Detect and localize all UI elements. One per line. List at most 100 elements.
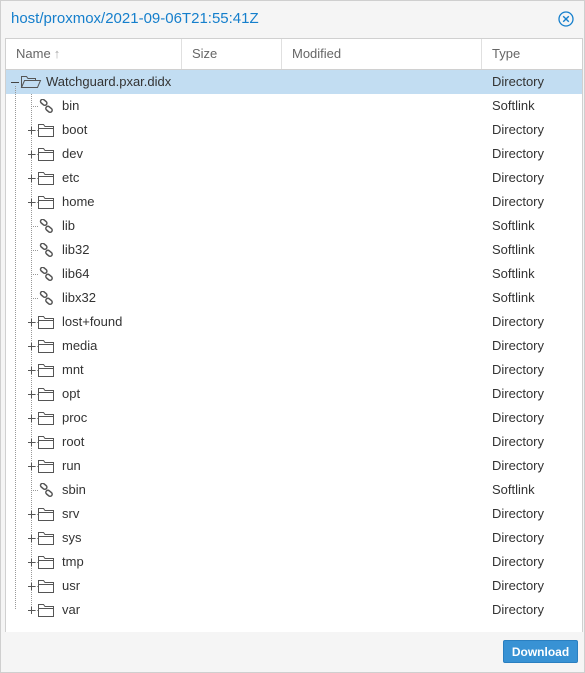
tree-row-name: lib32	[62, 242, 90, 257]
tree-row-type: Directory	[492, 314, 545, 329]
tree-row-type: Directory	[492, 602, 545, 617]
expand-toggle[interactable]	[26, 604, 37, 616]
expand-toggle[interactable]	[26, 508, 37, 520]
tree-row-name: root	[62, 434, 85, 449]
download-button[interactable]: Download	[503, 640, 578, 663]
expand-toggle[interactable]	[26, 340, 37, 352]
window-footer: Download	[1, 632, 584, 672]
expand-toggle[interactable]	[26, 580, 37, 592]
expand-toggle[interactable]	[26, 196, 37, 208]
tree-row-root[interactable]: Watchguard.pxar.didx Directory	[6, 70, 582, 94]
expand-toggle[interactable]	[26, 124, 37, 136]
expand-toggle[interactable]	[26, 556, 37, 568]
tree-row-name: tmp	[62, 554, 84, 569]
tree-row-name: srv	[62, 506, 80, 521]
tree-row-name: sbin	[62, 482, 86, 497]
tree-row-name: usr	[62, 578, 81, 593]
folder-icon	[38, 580, 54, 593]
tree-row[interactable]: tmp Directory	[6, 550, 582, 574]
tree-row-type: Softlink	[492, 482, 535, 497]
folder-icon	[38, 556, 54, 569]
column-header-size-label: Size	[192, 46, 218, 61]
folder-icon	[38, 196, 54, 209]
expand-toggle[interactable]	[26, 364, 37, 376]
folder-icon	[38, 412, 54, 425]
tree-row[interactable]: lib32 Softlink	[6, 238, 582, 262]
tree-row[interactable]: opt Directory	[6, 382, 582, 406]
tree-row-type: Softlink	[492, 266, 535, 281]
column-header-type[interactable]: Type	[482, 39, 582, 69]
expand-toggle[interactable]	[26, 148, 37, 160]
expand-toggle[interactable]	[26, 412, 37, 424]
tree-row-type: Directory	[492, 338, 545, 353]
column-header-modified-label: Modified	[292, 46, 342, 61]
expand-toggle[interactable]	[26, 172, 37, 184]
folder-icon	[38, 460, 54, 473]
tree-row[interactable]: lost+found Directory	[6, 310, 582, 334]
expand-toggle[interactable]	[26, 388, 37, 400]
tree-row[interactable]: mnt Directory	[6, 358, 582, 382]
tree-row[interactable]: usr Directory	[6, 574, 582, 598]
tree-row[interactable]: boot Directory	[6, 118, 582, 142]
folder-icon	[38, 508, 54, 521]
tree-row[interactable]: libx32 Softlink	[6, 286, 582, 310]
tree-row[interactable]: proc Directory	[6, 406, 582, 430]
close-button[interactable]	[558, 11, 574, 27]
file-browser-window: host/proxmox/2021-09-06T21:55:41Z Name ↑ …	[0, 0, 585, 673]
tree-row-name: home	[62, 194, 95, 209]
tree-row-type: Softlink	[492, 242, 535, 257]
tree-row-type: Directory	[492, 362, 545, 377]
folder-icon	[38, 340, 54, 353]
column-header-type-label: Type	[492, 46, 521, 61]
tree-row[interactable]: lib Softlink	[6, 214, 582, 238]
link-icon	[39, 291, 54, 306]
folder-open-icon	[20, 75, 42, 89]
grid-header: Name ↑ Size Modified Type	[6, 39, 582, 70]
link-icon	[39, 483, 54, 498]
tree-row-type: Directory	[492, 506, 545, 521]
tree-row-type: Directory	[492, 434, 545, 449]
tree-row-type: Directory	[492, 530, 545, 545]
close-icon	[558, 11, 574, 27]
tree-row[interactable]: home Directory	[6, 190, 582, 214]
folder-icon	[38, 436, 54, 449]
tree-row-type: Directory	[492, 458, 545, 473]
tree-row-type: Softlink	[492, 290, 535, 305]
tree-row-name: run	[62, 458, 81, 473]
tree-row-type: Softlink	[492, 98, 535, 113]
tree-row[interactable]: root Directory	[6, 430, 582, 454]
tree-row[interactable]: sys Directory	[6, 526, 582, 550]
folder-icon	[38, 124, 54, 137]
tree-row[interactable]: var Directory	[6, 598, 582, 622]
tree-row[interactable]: bin Softlink	[6, 94, 582, 118]
folder-icon	[38, 364, 54, 377]
tree-row[interactable]: etc Directory	[6, 166, 582, 190]
tree-row[interactable]: dev Directory	[6, 142, 582, 166]
tree-row-name: lost+found	[62, 314, 123, 329]
tree-row-type: Directory	[492, 194, 545, 209]
column-header-modified[interactable]: Modified	[282, 39, 482, 69]
tree-row[interactable]: srv Directory	[6, 502, 582, 526]
expand-toggle[interactable]	[26, 316, 37, 328]
tree-row[interactable]: lib64 Softlink	[6, 262, 582, 286]
expand-toggle[interactable]	[26, 436, 37, 448]
expand-toggle[interactable]	[26, 460, 37, 472]
tree-row-name: libx32	[62, 290, 96, 305]
tree-row-name: proc	[62, 410, 88, 425]
tree-row-type: Directory	[492, 410, 545, 425]
column-header-size[interactable]: Size	[182, 39, 282, 69]
tree-row-name: mnt	[62, 362, 84, 377]
tree-row-name: opt	[62, 386, 81, 401]
link-icon	[39, 219, 54, 234]
tree-row-type: Softlink	[492, 218, 535, 233]
expand-toggle[interactable]	[26, 532, 37, 544]
folder-icon	[38, 604, 54, 617]
column-header-name[interactable]: Name ↑	[6, 39, 182, 69]
tree-row[interactable]: run Directory	[6, 454, 582, 478]
tree-row-type: Directory	[492, 578, 545, 593]
column-header-name-label: Name	[16, 46, 51, 61]
grid-body: Watchguard.pxar.didx Directory bin Softli…	[6, 70, 582, 622]
tree-row[interactable]: media Directory	[6, 334, 582, 358]
tree-row-root-type: Directory	[492, 74, 545, 89]
tree-row[interactable]: sbin Softlink	[6, 478, 582, 502]
